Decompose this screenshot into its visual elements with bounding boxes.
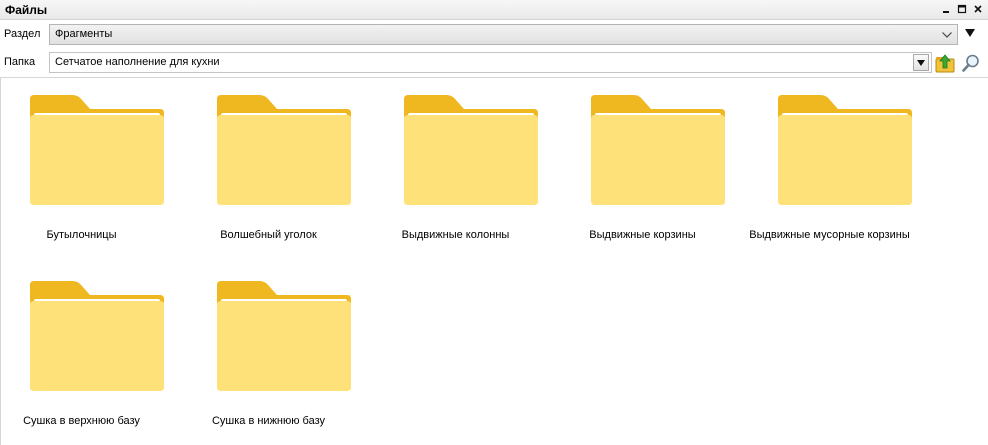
folder-item[interactable]: Выдвижные корзины <box>549 78 736 248</box>
folder-name: Волшебный уголок <box>220 229 317 241</box>
folder-item[interactable]: Выдвижные мусорные корзины <box>736 78 923 248</box>
section-value: Фрагменты <box>55 28 113 40</box>
folder-icon <box>404 95 538 205</box>
folder-icon <box>778 95 912 205</box>
section-menu-button[interactable] <box>964 28 976 41</box>
folder-item[interactable]: Сушка в верхнюю базу <box>0 264 175 434</box>
folder-icon <box>591 95 725 205</box>
triangle-down-icon <box>965 29 975 37</box>
folder-item[interactable]: Бутылочницы <box>0 78 175 248</box>
section-label: Раздел <box>4 28 41 40</box>
folder-item[interactable]: Волшебный уголок <box>175 78 362 248</box>
folder-row: Папка Сетчатое наполнение для кухни <box>0 49 988 76</box>
folder-item[interactable]: Сушка в нижнюю базу <box>175 264 362 434</box>
folder-name: Сушка в верхнюю базу <box>23 415 140 427</box>
section-select[interactable]: Фрагменты <box>49 24 958 45</box>
file-grid: Бутылочницы Волшебный уголок Выдвижные к… <box>0 77 988 445</box>
chevron-down-icon <box>942 32 952 38</box>
folder-name: Выдвижные корзины <box>589 229 696 241</box>
folder-up-icon <box>935 54 955 73</box>
magnifier-icon <box>962 54 979 72</box>
triangle-down-icon <box>917 59 925 66</box>
folder-name: Сушка в нижнюю базу <box>211 415 326 427</box>
folder-icon <box>30 281 164 391</box>
folder-icon <box>217 281 351 391</box>
search-button[interactable] <box>960 52 982 74</box>
maximize-icon <box>957 4 967 14</box>
folder-icon <box>217 95 351 205</box>
folder-dropdown-button[interactable] <box>913 54 929 71</box>
minimize-button[interactable] <box>940 3 952 15</box>
folder-label: Папка <box>4 56 36 68</box>
folder-name: Выдвижные колонны <box>401 229 510 241</box>
folder-name: Бутылочницы <box>46 229 117 241</box>
minimize-icon <box>943 11 949 13</box>
folder-icon <box>30 95 164 205</box>
close-icon <box>974 5 982 13</box>
section-row: Раздел Фрагменты <box>0 21 988 48</box>
folder-path-value: Сетчатое наполнение для кухни <box>55 56 220 68</box>
folder-name: Выдвижные мусорные корзины <box>749 229 910 241</box>
folder-path-field[interactable]: Сетчатое наполнение для кухни <box>49 52 932 73</box>
maximize-button[interactable] <box>956 3 968 15</box>
folder-up-button[interactable] <box>934 52 956 74</box>
window-title: Файлы <box>5 3 48 17</box>
close-button[interactable] <box>972 3 984 15</box>
title-bar: Файлы <box>0 0 988 20</box>
folder-item[interactable]: Выдвижные колонны <box>362 78 549 248</box>
